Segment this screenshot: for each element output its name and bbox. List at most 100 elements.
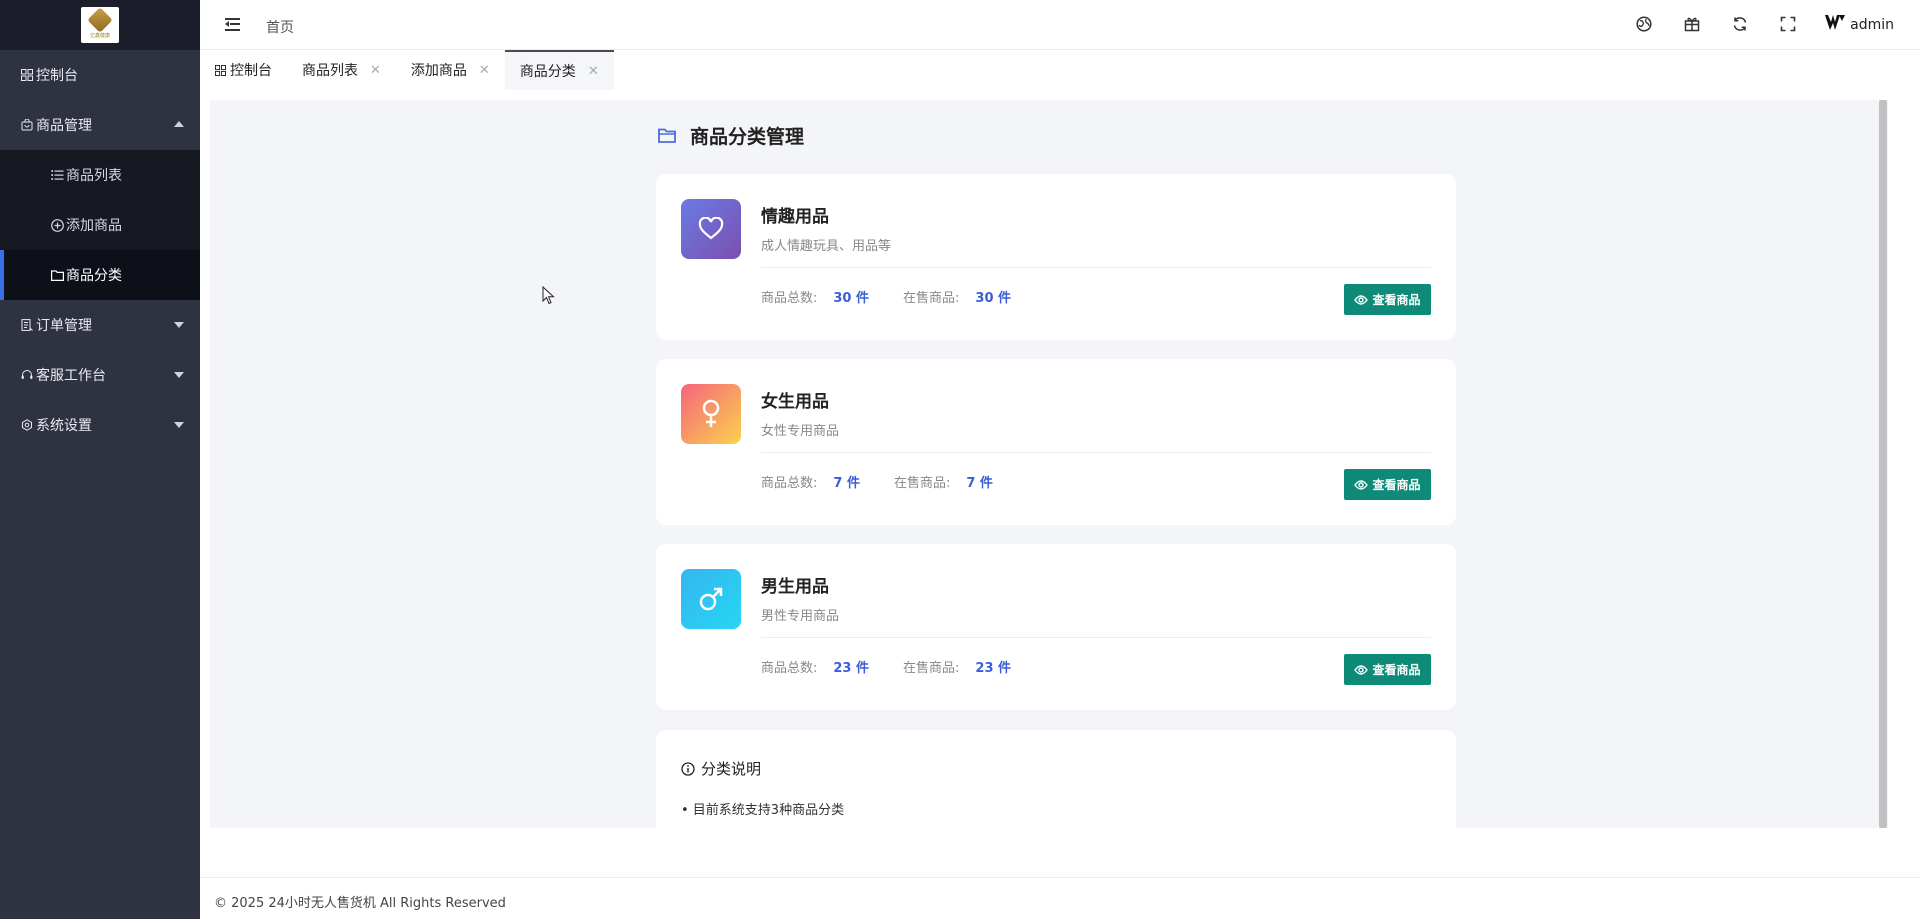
category-name: 男生用品 <box>761 577 829 597</box>
logo-mark <box>87 7 113 33</box>
sidebar: 亿鑫健康 控制台 商品管理 商品列表 添加商品 商品分类 订单管理 客服工作台 … <box>0 0 200 919</box>
eye-icon <box>1354 294 1369 305</box>
category-card: 情趣用品 成人情趣玩具、用品等 商品总数: 30 件 在售商品: 30 件 查看… <box>656 174 1456 340</box>
category-card: 男生用品 男性专用商品 商品总数: 23 件 在售商品: 23 件 查看商品 <box>656 544 1456 710</box>
male-icon <box>681 569 741 629</box>
total-label: 商品总数: <box>761 476 818 491</box>
total-value: 23 件 <box>833 661 870 676</box>
total-value: 7 件 <box>833 476 860 491</box>
main-content: 商品分类管理 情趣用品 成人情趣玩具、用品等 商品总数: 30 件 在售商品: … <box>210 100 1888 828</box>
view-goods-button[interactable]: 查看商品 <box>1344 284 1431 315</box>
goods-submenu: 商品列表 添加商品 商品分类 <box>0 150 200 300</box>
divider <box>761 452 1431 453</box>
sidebar-item-label: 客服工作台 <box>36 368 106 384</box>
tab-label: 商品分类 <box>519 64 576 80</box>
mouse-cursor-icon <box>542 285 555 309</box>
tab-label: 商品列表 <box>302 63 358 79</box>
user-menu[interactable]: admin <box>1825 15 1894 35</box>
username: admin <box>1850 17 1894 33</box>
sidebar-item-label: 商品管理 <box>36 118 92 134</box>
sidebar-item-label: 控制台 <box>36 68 78 84</box>
sidebar-item-label: 系统设置 <box>36 418 92 434</box>
tab-label: 控制台 <box>230 63 272 79</box>
on-sale-value: 30 件 <box>975 291 1012 306</box>
on-sale-label: 在售商品: <box>893 476 951 491</box>
info-icon <box>681 761 695 776</box>
page-title: 商品分类管理 <box>658 122 804 149</box>
avatar <box>1825 15 1846 35</box>
heart-icon <box>681 199 741 259</box>
category-stats: 商品总数: 23 件 在售商品: 23 件 <box>761 657 1011 676</box>
on-sale-label: 在售商品: <box>903 661 960 676</box>
sidebar-item-label: 添加商品 <box>66 218 122 234</box>
dashboard-icon <box>215 64 226 76</box>
order-icon <box>20 318 34 332</box>
female-icon <box>681 384 741 444</box>
tab-label: 添加商品 <box>410 63 467 79</box>
add-circle-icon <box>50 218 64 232</box>
logo[interactable]: 亿鑫健康 <box>81 7 119 43</box>
fullscreen-icon[interactable] <box>1779 15 1797 33</box>
sidebar-item-customer-service[interactable]: 客服工作台 <box>0 350 200 400</box>
top-header: 首页 admin <box>200 0 1920 50</box>
settings-icon <box>20 418 34 432</box>
tab-add-goods[interactable]: 添加商品 ✕ <box>396 50 505 90</box>
chevron-down-icon <box>174 322 184 328</box>
sidebar-item-label: 商品分类 <box>66 268 122 284</box>
tab-goods-category[interactable]: 商品分类 ✕ <box>504 50 614 90</box>
tab-bar: 控制台 商品列表 ✕ 添加商品 ✕ 商品分类 ✕ <box>200 50 1920 90</box>
gift-icon[interactable] <box>1683 15 1701 33</box>
sidebar-item-goods-management[interactable]: 商品管理 <box>0 100 200 150</box>
logo-bar: 亿鑫健康 <box>0 0 200 50</box>
on-sale-label: 在售商品: <box>903 291 960 306</box>
sidebar-item-goods-list[interactable]: 商品列表 <box>0 150 200 200</box>
total-value: 30 件 <box>833 291 870 306</box>
total-label: 商品总数: <box>761 291 818 306</box>
view-goods-button[interactable]: 查看商品 <box>1344 654 1431 685</box>
divider <box>761 267 1431 268</box>
note-line: • 目前系统支持3种商品分类 <box>681 803 845 818</box>
category-stats: 商品总数: 30 件 在售商品: 30 件 <box>761 287 1011 306</box>
sidebar-item-dashboard[interactable]: 控制台 <box>0 50 200 100</box>
tab-goods-list[interactable]: 商品列表 ✕ <box>287 50 396 90</box>
category-desc: 成人情趣玩具、用品等 <box>761 239 892 254</box>
sidebar-item-system-settings[interactable]: 系统设置 <box>0 400 200 450</box>
tab-dashboard[interactable]: 控制台 <box>200 50 287 90</box>
sidebar-item-label: 商品列表 <box>66 168 122 184</box>
menu-toggle-icon[interactable] <box>225 18 240 31</box>
close-icon[interactable]: ✕ <box>479 63 490 78</box>
scrollbar[interactable] <box>1878 100 1888 828</box>
logo-text: 亿鑫健康 <box>89 33 110 39</box>
chevron-down-icon <box>174 372 184 378</box>
category-name: 女生用品 <box>761 392 829 412</box>
close-icon[interactable]: ✕ <box>588 64 599 79</box>
headset-icon <box>20 368 34 382</box>
sidebar-item-order-management[interactable]: 订单管理 <box>0 300 200 350</box>
category-desc: 女性专用商品 <box>761 424 840 439</box>
refresh-icon[interactable] <box>1731 15 1749 33</box>
list-icon <box>50 168 64 182</box>
note-title-text: 分类说明 <box>701 760 762 778</box>
close-icon[interactable]: ✕ <box>370 63 381 78</box>
on-sale-value: 7 件 <box>966 476 993 491</box>
sidebar-item-goods-category[interactable]: 商品分类 <box>0 250 200 300</box>
on-sale-value: 23 件 <box>975 661 1012 676</box>
category-card: 女生用品 女性专用商品 商品总数: 7 件 在售商品: 7 件 查看商品 <box>656 359 1456 525</box>
view-goods-label: 查看商品 <box>1372 663 1421 677</box>
dashboard-icon <box>20 68 34 82</box>
divider <box>761 637 1431 638</box>
view-goods-button[interactable]: 查看商品 <box>1344 469 1431 500</box>
sidebar-item-label: 订单管理 <box>36 318 92 334</box>
folder-icon <box>658 128 676 143</box>
scrollbar-thumb[interactable] <box>1879 100 1887 828</box>
breadcrumb[interactable]: 首页 <box>266 17 294 37</box>
sidebar-item-add-goods[interactable]: 添加商品 <box>0 200 200 250</box>
category-stats: 商品总数: 7 件 在售商品: 7 件 <box>761 472 993 491</box>
note-title: 分类说明 <box>681 758 761 779</box>
category-name: 情趣用品 <box>761 207 829 227</box>
total-label: 商品总数: <box>761 661 818 676</box>
category-desc: 男性专用商品 <box>761 609 840 624</box>
globe-icon[interactable] <box>1635 15 1653 33</box>
view-goods-label: 查看商品 <box>1372 293 1421 307</box>
chevron-down-icon <box>174 422 184 428</box>
